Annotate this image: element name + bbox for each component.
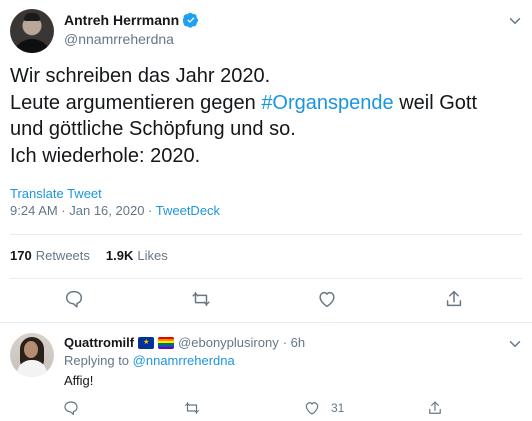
likes-label: Likes [137, 248, 168, 263]
divider [10, 278, 522, 279]
retweets-label: Retweets [35, 248, 90, 263]
tweet-timestamp[interactable]: 9:24 AM · Jan 16, 2020 · [10, 203, 156, 218]
reply-author-avatar[interactable] [10, 333, 54, 377]
rainbow-flag-icon [158, 336, 175, 349]
reply-reply-action[interactable] [62, 399, 80, 417]
main-tweet: Antreh Herrmann @nnamrreherdna Wir schre… [0, 0, 532, 325]
reply-likes-count: 31 [331, 401, 345, 415]
avatar-shoulders [12, 39, 52, 53]
retweet-icon [185, 402, 199, 414]
tweet-meta: 9:24 AM · Jan 16, 2020 · TweetDeck [10, 203, 220, 218]
likes-count: 1.9K [105, 248, 134, 263]
translate-tweet-link[interactable]: Translate Tweet [10, 186, 102, 201]
tweet-text-line2-suffix: weil Gott [393, 91, 477, 114]
reply-time[interactable]: · 6h [283, 335, 305, 350]
reply-icon[interactable] [63, 288, 85, 310]
tweet-text-line2-prefix: Leute argumentieren gegen [10, 91, 262, 114]
verified-badge-icon [183, 12, 199, 28]
tweet-source-link[interactable]: TweetDeck [156, 203, 220, 218]
avatar-hair [24, 13, 40, 21]
reply-author-name[interactable]: Quattromilf [64, 335, 134, 350]
tweet-text-line1: Wir schreiben das Jahr 2020. [10, 65, 271, 87]
heart-icon[interactable] [316, 288, 338, 310]
likes-stat[interactable]: 1.9K Likes [106, 248, 168, 263]
retweet-icon[interactable] [190, 288, 212, 310]
hashtag-link[interactable]: #Organspende [261, 92, 393, 114]
replying-to: Replying to @nnamrreherdna [64, 353, 235, 368]
author-name[interactable]: Antreh Herrmann [64, 12, 179, 28]
reply-like-action[interactable]: 31 [303, 399, 344, 417]
retweets-count: 170 [10, 248, 32, 263]
chevron-down-icon[interactable] [506, 12, 524, 30]
reply-text: Affig! [64, 373, 94, 388]
tweet-stats: 170 Retweets 1.9K Likes [10, 248, 168, 263]
retweets-stat[interactable]: 170 Retweets [10, 248, 90, 263]
chevron-down-icon[interactable] [506, 335, 524, 353]
reply-header: Quattromilf @ebonyplusirony · 6h [64, 335, 305, 350]
reply-retweet-action[interactable] [183, 399, 201, 417]
author-name-row[interactable]: Antreh Herrmann [64, 12, 199, 28]
author-handle[interactable]: @nnamrreherdna [64, 31, 174, 47]
tweet-text-line4: Ich wiederhole: 2020. [10, 144, 201, 167]
avatar-face [24, 341, 38, 358]
divider [10, 234, 522, 235]
divider [0, 322, 532, 323]
heart-icon [305, 402, 319, 415]
reply-author-handle[interactable]: @ebonyplusirony [178, 335, 279, 350]
author-avatar[interactable] [10, 9, 54, 53]
reply-icon [64, 401, 78, 415]
tweet-text: Wir schreiben das Jahr 2020. Leute argum… [10, 63, 522, 169]
share-icon[interactable] [443, 288, 465, 310]
reply-share-action[interactable] [426, 399, 444, 417]
replying-to-prefix: Replying to [64, 353, 133, 368]
reply-tweet[interactable]: Quattromilf @ebonyplusirony · 6h Replyin… [0, 325, 532, 421]
tweet-text-line3: und göttliche Schöpfung und so. [10, 118, 296, 140]
replying-to-mention[interactable]: @nnamrreherdna [133, 353, 235, 368]
eu-flag-icon [138, 336, 155, 349]
share-icon [429, 401, 441, 414]
